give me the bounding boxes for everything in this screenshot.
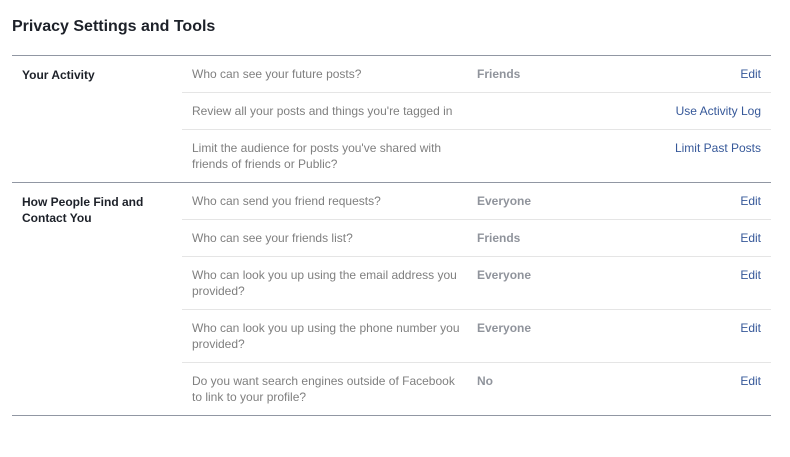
setting-row-search-engines: Do you want search engines outside of Fa… (182, 362, 771, 415)
section-rows: Who can see your future posts? Friends E… (182, 56, 771, 182)
section-your-activity: Your Activity Who can see your future po… (12, 56, 771, 183)
setting-row-email-lookup: Who can look you up using the email addr… (182, 256, 771, 309)
page-title: Privacy Settings and Tools (12, 18, 216, 35)
setting-value: Everyone (477, 321, 532, 335)
edit-friend-requests-link[interactable]: Edit (597, 193, 771, 209)
edit-future-posts-link[interactable]: Edit (597, 66, 771, 82)
section-label: How People Find and Contact You (22, 195, 144, 225)
setting-question: Who can look you up using the email addr… (192, 268, 457, 298)
edit-email-lookup-link[interactable]: Edit (597, 267, 771, 283)
setting-question: Review all your posts and things you're … (192, 104, 453, 118)
setting-row-friend-requests: Who can send you friend requests? Everyo… (182, 183, 771, 219)
setting-row-review-posts: Review all your posts and things you're … (182, 92, 771, 129)
setting-question: Who can see your future posts? (192, 67, 362, 81)
setting-question: Do you want search engines outside of Fa… (192, 374, 455, 404)
setting-question: Who can see your friends list? (192, 231, 353, 245)
setting-value: Friends (477, 231, 521, 245)
setting-row-friends-list: Who can see your friends list? Friends E… (182, 219, 771, 256)
setting-value: Everyone (477, 268, 532, 282)
setting-question: Limit the audience for posts you've shar… (192, 141, 442, 171)
setting-row-phone-lookup: Who can look you up using the phone numb… (182, 309, 771, 362)
edit-search-engines-link[interactable]: Edit (597, 373, 771, 389)
setting-value: Everyone (477, 194, 532, 208)
section-how-people-find-you: How People Find and Contact You Who can … (12, 183, 771, 416)
setting-row-limit-past-posts: Limit the audience for posts you've shar… (182, 129, 771, 182)
section-label: Your Activity (22, 68, 95, 82)
setting-value: No (477, 374, 493, 388)
use-activity-log-link[interactable]: Use Activity Log (597, 103, 771, 119)
edit-friends-list-link[interactable]: Edit (597, 230, 771, 246)
privacy-settings-table: Your Activity Who can see your future po… (12, 55, 771, 416)
section-rows: Who can send you friend requests? Everyo… (182, 183, 771, 415)
setting-question: Who can look you up using the phone numb… (192, 321, 460, 351)
setting-row-future-posts: Who can see your future posts? Friends E… (182, 56, 771, 92)
edit-phone-lookup-link[interactable]: Edit (597, 320, 771, 336)
setting-question: Who can send you friend requests? (192, 194, 381, 208)
setting-value: Friends (477, 67, 521, 81)
limit-past-posts-link[interactable]: Limit Past Posts (597, 140, 771, 156)
